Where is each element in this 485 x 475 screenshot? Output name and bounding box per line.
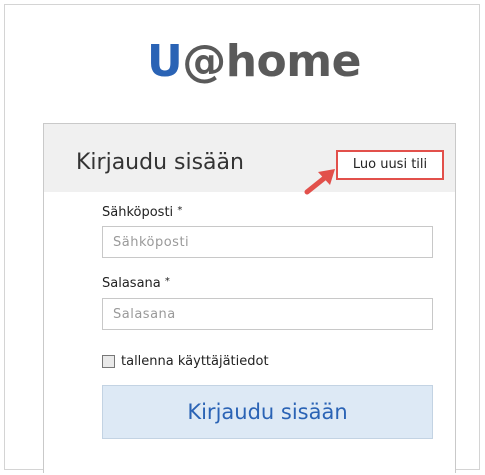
required-mark: * (164, 276, 170, 287)
email-label: Sähköposti * (102, 205, 182, 220)
login-card-header: Kirjaudu sisään Luo uusi tili (44, 124, 455, 195)
password-label: Salasana * (102, 276, 170, 291)
email-field[interactable] (102, 226, 433, 258)
remember-me-label[interactable]: tallenna käyttäjätiedot (121, 354, 269, 369)
logo-at-home: @home (182, 36, 361, 87)
password-label-text: Salasana (102, 276, 161, 291)
create-account-link[interactable]: Luo uusi tili (336, 150, 444, 180)
logo-u: U (147, 36, 183, 87)
page-frame: U@home Kirjaudu sisään Luo uusi tili Säh… (4, 4, 480, 473)
required-mark: * (177, 205, 183, 216)
arrow-up-right-icon (304, 169, 335, 195)
uhome-logo: U@home (147, 37, 361, 87)
email-label-text: Sähköposti (102, 205, 174, 220)
remember-me-row: tallenna käyttäjätiedot (102, 354, 269, 369)
password-field[interactable] (102, 298, 433, 330)
login-card: Kirjaudu sisään Luo uusi tili Sähköposti… (43, 123, 456, 473)
remember-me-checkbox[interactable] (102, 355, 115, 368)
login-title: Kirjaudu sisään (76, 150, 244, 175)
login-submit-button[interactable]: Kirjaudu sisään (102, 385, 433, 439)
